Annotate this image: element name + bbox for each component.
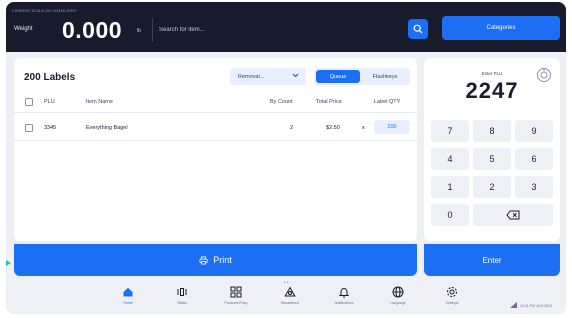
nav-home-label: Home (123, 301, 133, 305)
column-header-total-price: Total Price (316, 99, 342, 105)
nav-language-label: Language (390, 301, 406, 305)
home-icon (123, 287, 133, 297)
weight-unit: lb (137, 28, 141, 34)
column-header-by-count: By Count (270, 99, 293, 105)
key-8[interactable]: 8 (473, 120, 511, 142)
key-2[interactable]: 2 (473, 176, 511, 198)
chevron-down-icon (292, 73, 299, 78)
print-button-label: Print (213, 255, 232, 265)
row-multiply-sign: x (362, 125, 365, 131)
nav-department[interactable]: Department (270, 286, 310, 312)
gear-icon (447, 287, 457, 297)
column-header-label-qty: Label QTY (374, 99, 401, 105)
bell-icon (338, 288, 350, 298)
search-bar (152, 18, 430, 42)
search-button[interactable] (408, 19, 428, 39)
side-pointer-icon (6, 260, 11, 266)
key-1[interactable]: 1 (431, 176, 469, 198)
nav-language[interactable]: Language (378, 286, 418, 312)
row-checkbox[interactable] (25, 124, 33, 132)
search-input[interactable] (159, 18, 389, 42)
key-0[interactable]: 0 (431, 204, 469, 226)
app-frame: CURRENT SCALE ON 123456 ZERO Weight 0.00… (6, 2, 566, 314)
grid-icon (230, 286, 242, 298)
labels-panel: 200 Labels Removal... Queue Flashkeys PL… (14, 58, 417, 241)
weight-value: 0.000 (62, 17, 123, 43)
scale-status-text: CURRENT SCALE ON 123456 ZERO (12, 9, 77, 13)
queue-flashkeys-toggle: Queue Flashkeys (314, 68, 410, 85)
select-all-checkbox[interactable] (25, 98, 33, 106)
nav-notifications[interactable]: Notifications (324, 286, 364, 312)
sort-dropdown-value: Removal... (238, 73, 265, 80)
categories-button[interactable]: Categories (442, 16, 560, 40)
row-by-count: 2 (290, 125, 294, 131)
wifi-icon (510, 302, 517, 308)
nav-notifications-label: Notifications (334, 301, 354, 305)
tab-queue[interactable]: Queue (316, 70, 360, 83)
key-9[interactable]: 9 (515, 120, 553, 142)
nav-tables-label: Tables (176, 301, 188, 305)
labels-title: 200 Labels (24, 72, 76, 83)
divider (14, 112, 417, 113)
nav-settings[interactable]: Settings (432, 286, 472, 312)
row-total-price: $2.50 (326, 125, 340, 131)
key-4[interactable]: 4 (431, 148, 469, 170)
nav-products-entry[interactable]: Products Entry (216, 286, 256, 312)
sort-dropdown[interactable]: Removal... (230, 68, 306, 85)
system-clock: 12:41 PM Jul 9 2024 (520, 304, 553, 308)
reset-icon[interactable] (536, 67, 552, 83)
department-icon (284, 286, 296, 297)
weight-label: Weight (14, 26, 33, 32)
top-bar: CURRENT SCALE ON 123456 ZERO Weight 0.00… (6, 2, 566, 52)
nav-tables[interactable]: Tables (162, 286, 202, 312)
column-header-item-name: Item Name (86, 99, 113, 105)
search-icon (413, 24, 423, 34)
nav-products-entry-label: Products Entry (224, 301, 248, 305)
divider (14, 140, 417, 141)
nav-home[interactable]: Home (108, 286, 148, 312)
keypad-panel: Enter PLU 2247 7 8 9 4 5 6 1 2 3 0 (424, 58, 560, 241)
row-plu: 3345 (44, 125, 57, 131)
key-6[interactable]: 6 (515, 148, 553, 170)
enter-button[interactable]: Enter (424, 244, 560, 276)
column-header-plu: PLU (44, 99, 55, 105)
globe-icon (392, 286, 404, 298)
backspace-icon (506, 210, 520, 220)
key-5[interactable]: 5 (473, 148, 511, 170)
label-qty-input[interactable]: 200 (374, 120, 410, 134)
print-button[interactable]: Print (14, 244, 417, 276)
tab-flashkeys[interactable]: Flashkeys (362, 70, 408, 83)
scale-icon (177, 288, 187, 296)
row-item-name: Everything Bagel (86, 125, 128, 131)
key-3[interactable]: 3 (515, 176, 553, 198)
nav-department-label: Department (280, 301, 300, 305)
printer-icon (199, 255, 208, 265)
backspace-key[interactable] (473, 204, 553, 226)
key-7[interactable]: 7 (431, 120, 469, 142)
nav-settings-label: Settings (445, 301, 459, 305)
